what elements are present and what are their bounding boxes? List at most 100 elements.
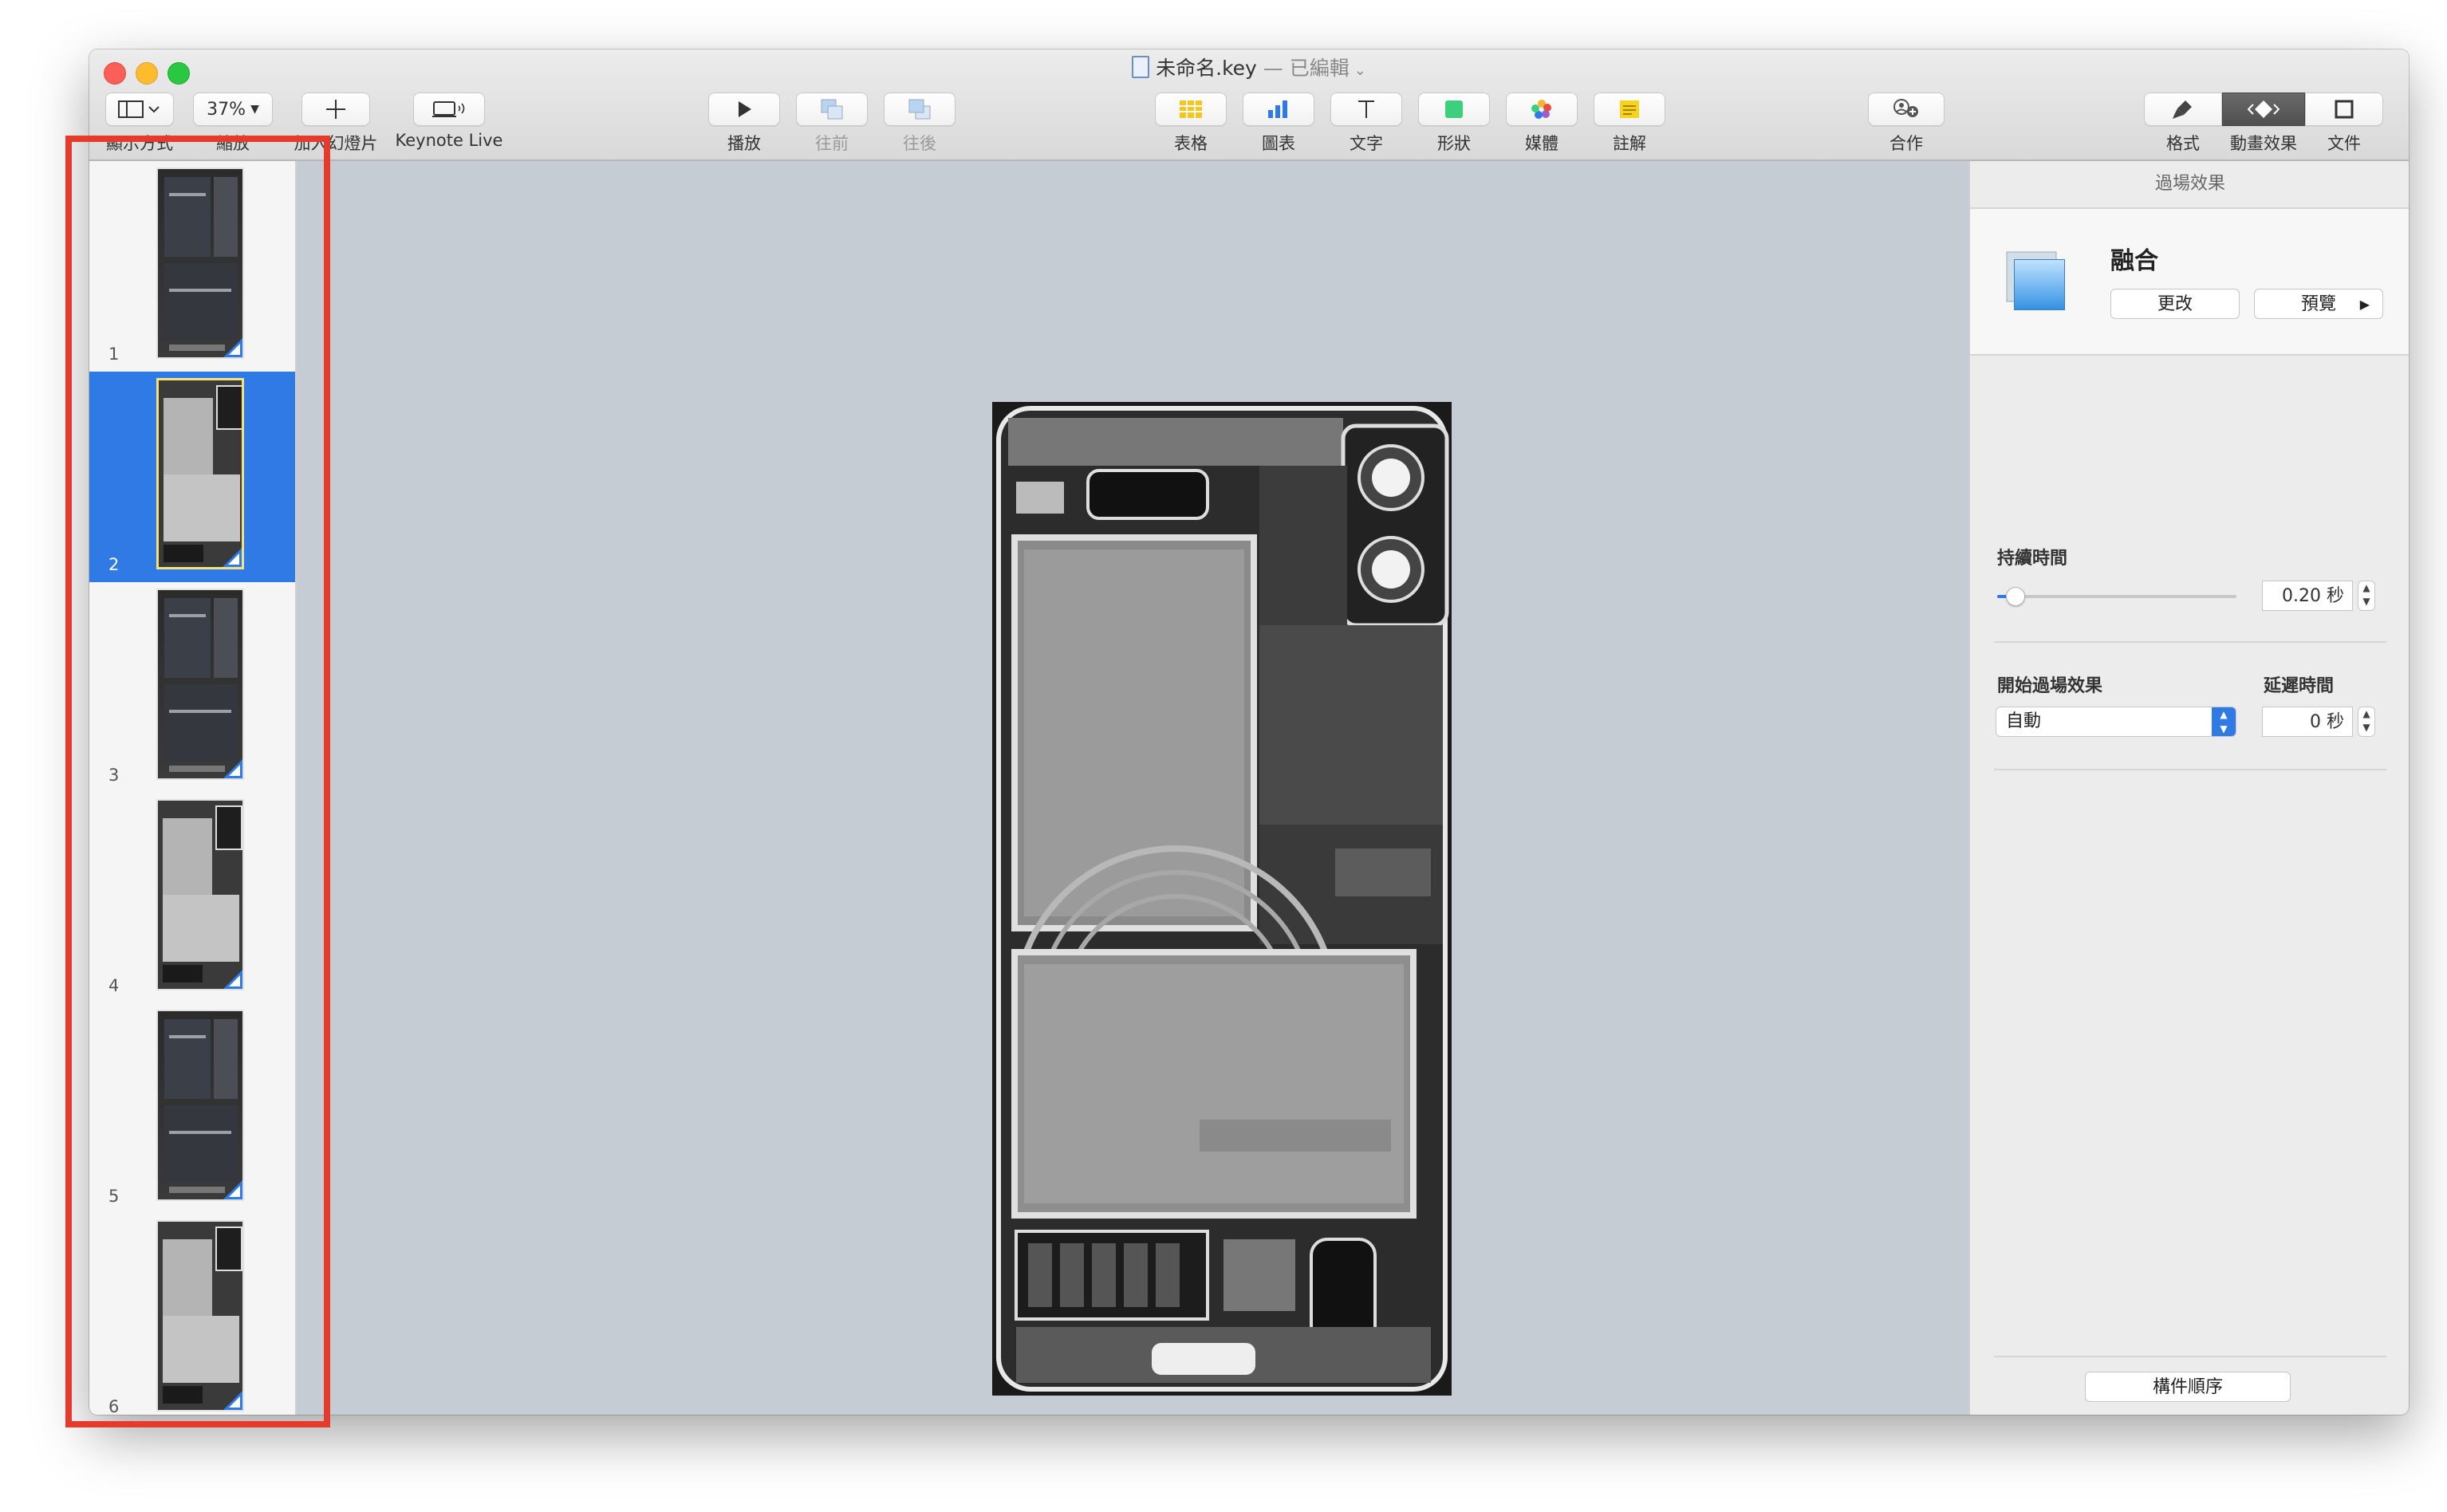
divider	[1994, 769, 2386, 770]
animate-icon	[2248, 100, 2280, 118]
duration-label: 持續時間	[1997, 549, 2068, 569]
transition-corner-inner	[229, 975, 240, 986]
transition-corner-inner	[229, 1186, 240, 1197]
send-backward-icon	[821, 99, 843, 120]
play-triangle-icon: ▶	[2359, 297, 2370, 312]
slide-canvas[interactable]	[297, 161, 1930, 1415]
slide-thumbnail-item[interactable]: 6	[89, 1214, 295, 1415]
table-icon	[1180, 100, 1202, 118]
delay-stepper[interactable]: ▲ ▼	[2358, 707, 2375, 737]
zoom-value: 37%	[207, 99, 246, 120]
comment-icon	[1620, 100, 1639, 118]
shape-label: 形狀	[1437, 134, 1471, 153]
play-icon	[739, 101, 751, 117]
add-slide-label: 加入幻燈片	[294, 134, 378, 153]
duration-slider-knob[interactable]	[2006, 587, 2025, 606]
zoom-label: 縮放	[216, 134, 250, 153]
delay-field[interactable]: 0 秒	[2262, 707, 2353, 737]
comment-button[interactable]	[1594, 93, 1665, 126]
slide-number: 4	[108, 976, 120, 995]
inspector-tab-transition[interactable]: 過場效果	[1970, 161, 2409, 209]
media-label: 媒體	[1525, 134, 1558, 153]
effect-name: 融合	[2110, 247, 2158, 275]
slide-thumbnail	[156, 378, 244, 569]
format-label: 格式	[2166, 134, 2200, 153]
duration-slider[interactable]	[1997, 587, 2236, 606]
document-title[interactable]: 未命名.key — 已編輯 ⌄	[89, 56, 2409, 83]
animate-label: 動畫效果	[2230, 134, 2297, 153]
chart-button[interactable]	[1243, 93, 1314, 126]
keynote-live-button[interactable]	[413, 93, 485, 126]
slide-thumbnail	[156, 1220, 244, 1412]
text-icon	[1358, 100, 1374, 118]
slide-thumbnail	[156, 799, 244, 990]
bring-forward-button[interactable]	[884, 93, 956, 126]
start-transition-select[interactable]: 自動 ▲ ▼	[1996, 707, 2236, 737]
slide-thumbnail-item[interactable]: 4	[89, 793, 295, 1003]
shape-icon	[1445, 100, 1463, 118]
title-separator: —	[1256, 57, 1290, 80]
comment-label: 註解	[1613, 134, 1646, 153]
view-button[interactable]	[105, 93, 174, 126]
duration-stepper[interactable]: ▲ ▼	[2358, 581, 2375, 611]
preview-button[interactable]: 預覽 ▶	[2254, 289, 2383, 319]
transition-corner-inner	[229, 1396, 240, 1408]
divider	[1994, 641, 2386, 643]
duration-field[interactable]: 0.20 秒	[2262, 581, 2353, 611]
slide-thumbnail-item[interactable]: 1	[89, 161, 295, 372]
slide-navigator: 1 2 3 4 5 6	[89, 161, 297, 1415]
slide-thumbnail-item[interactable]: 2	[89, 372, 295, 582]
zoom-chevron-icon: ▼	[250, 103, 259, 116]
document-icon	[1132, 56, 1150, 78]
slide-thumbnail-item[interactable]: 3	[89, 582, 295, 793]
bring-forward-label: 往後	[903, 134, 936, 153]
shape-button[interactable]	[1418, 93, 1490, 126]
select-arrows-icon: ▲ ▼	[2212, 707, 2236, 736]
build-order-button[interactable]: 構件順序	[2085, 1372, 2291, 1402]
inspector-panel: 過場效果 融合 更改 預覽 ▶ 持續時間 0.20 秒 ▲ ▼ 開始過場效果 延…	[1968, 161, 2409, 1415]
zoom-button[interactable]: 37% ▼	[193, 93, 273, 126]
add-slide-button[interactable]	[301, 93, 370, 126]
title-chevron-icon: ⌄	[1354, 62, 1366, 79]
transition-corner-inner	[228, 553, 239, 565]
bring-forward-icon	[908, 99, 931, 120]
slide-number: 5	[108, 1187, 120, 1206]
collaborate-label: 合作	[1889, 134, 1923, 153]
slide-thumbnail-item[interactable]: 5	[89, 1003, 295, 1214]
sidebar-view-icon	[118, 100, 160, 118]
format-button[interactable]	[2144, 93, 2222, 126]
preview-label: 預覽	[2300, 294, 2336, 314]
slide-thumbnail	[156, 589, 244, 780]
play-button[interactable]	[708, 93, 780, 126]
dissolve-effect-icon	[2006, 251, 2065, 310]
keynote-live-label: Keynote Live	[395, 131, 503, 150]
chart-label: 圖表	[1262, 134, 1295, 153]
document-name: 未命名.key	[1156, 57, 1257, 80]
table-label: 表格	[1174, 134, 1208, 153]
text-label: 文字	[1350, 134, 1383, 153]
media-button[interactable]	[1506, 93, 1578, 126]
change-effect-button[interactable]: 更改	[2110, 289, 2240, 319]
send-backward-button[interactable]	[796, 93, 868, 126]
keynote-window: 未命名.key — 已編輯 ⌄ 顯示方式 37% ▼ 縮放 加入幻燈片 Keyn…	[89, 49, 2409, 1415]
transition-corner-inner	[229, 344, 240, 355]
document-icon	[2335, 100, 2354, 119]
chart-icon	[1268, 100, 1287, 118]
animate-button[interactable]	[2222, 93, 2305, 126]
table-button[interactable]	[1155, 93, 1227, 126]
slide-number: 3	[108, 766, 120, 785]
document-button[interactable]	[2305, 93, 2383, 126]
slide-image[interactable]	[992, 402, 1452, 1396]
text-button[interactable]	[1330, 93, 1402, 126]
transition-effect-header: 融合 更改 預覽 ▶	[1970, 209, 2409, 356]
divider	[1994, 1356, 2386, 1357]
plus-icon	[326, 100, 345, 119]
send-backward-label: 往前	[815, 134, 849, 153]
start-transition-label: 開始過場效果	[1997, 676, 2103, 696]
slide-number: 2	[108, 555, 120, 574]
document-status: 已編輯	[1289, 57, 1350, 80]
transition-corner-inner	[229, 765, 240, 776]
delay-label: 延遲時間	[2264, 676, 2335, 696]
slide-thumbnail	[156, 167, 244, 359]
collaborate-button[interactable]	[1868, 93, 1945, 126]
